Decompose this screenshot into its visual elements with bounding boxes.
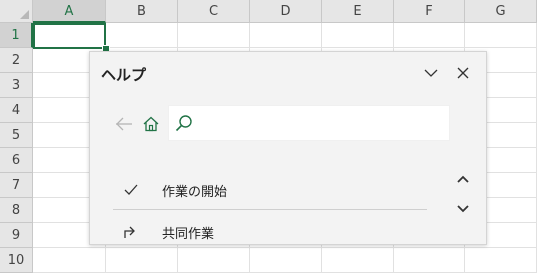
column-header-e[interactable]: E xyxy=(322,0,394,23)
help-pane-title: ヘルプ xyxy=(101,66,147,84)
select-all-triangle-icon xyxy=(20,10,29,19)
row-header-5[interactable]: 5 xyxy=(0,123,33,148)
topic-collaboration[interactable]: 共同作業 xyxy=(122,217,426,244)
row-header-4[interactable]: 4 xyxy=(0,98,33,123)
topic-label: 作業の開始 xyxy=(162,184,228,200)
help-search-input[interactable] xyxy=(197,106,451,142)
share-icon xyxy=(122,223,140,241)
row-header-2[interactable]: 2 xyxy=(0,48,33,73)
home-button[interactable] xyxy=(140,113,162,135)
help-search-box xyxy=(168,105,451,142)
row-header-7[interactable]: 7 xyxy=(0,173,33,198)
back-arrow-icon xyxy=(116,117,132,131)
column-header-c[interactable]: C xyxy=(178,0,250,23)
chevron-up-icon xyxy=(457,175,469,183)
back-button[interactable] xyxy=(113,113,135,135)
column-header-b[interactable]: B xyxy=(106,0,178,23)
active-cell-a1[interactable] xyxy=(33,23,106,49)
search-icon xyxy=(175,115,192,132)
topic-getting-started[interactable]: 作業の開始 xyxy=(122,175,426,205)
topic-divider xyxy=(113,209,427,210)
grid-line xyxy=(33,247,537,248)
collapse-pane-button[interactable] xyxy=(420,62,442,84)
row-header-6[interactable]: 6 xyxy=(0,148,33,173)
row-header-10[interactable]: 10 xyxy=(0,248,33,273)
row-header-9[interactable]: 9 xyxy=(0,223,33,248)
scroll-down-button[interactable] xyxy=(452,198,474,220)
topic-label: 共同作業 xyxy=(162,226,215,242)
column-header-a[interactable]: A xyxy=(33,0,106,23)
chevron-down-icon xyxy=(457,205,469,213)
row-header-8[interactable]: 8 xyxy=(0,198,33,223)
scroll-up-button[interactable] xyxy=(452,168,474,190)
chevron-down-icon xyxy=(424,69,438,77)
checkmark-icon xyxy=(122,181,140,199)
column-header-f[interactable]: F xyxy=(394,0,465,23)
close-icon xyxy=(457,67,469,79)
close-pane-button[interactable] xyxy=(452,62,474,84)
select-all-corner[interactable] xyxy=(0,0,33,23)
home-icon xyxy=(143,116,159,132)
column-header-d[interactable]: D xyxy=(250,0,322,23)
column-header-g[interactable]: G xyxy=(465,0,537,23)
help-pane: ヘルプ 作業の開始 共同作業 xyxy=(89,51,487,245)
row-header-3[interactable]: 3 xyxy=(0,73,33,98)
row-header-1[interactable]: 1 xyxy=(0,23,33,48)
